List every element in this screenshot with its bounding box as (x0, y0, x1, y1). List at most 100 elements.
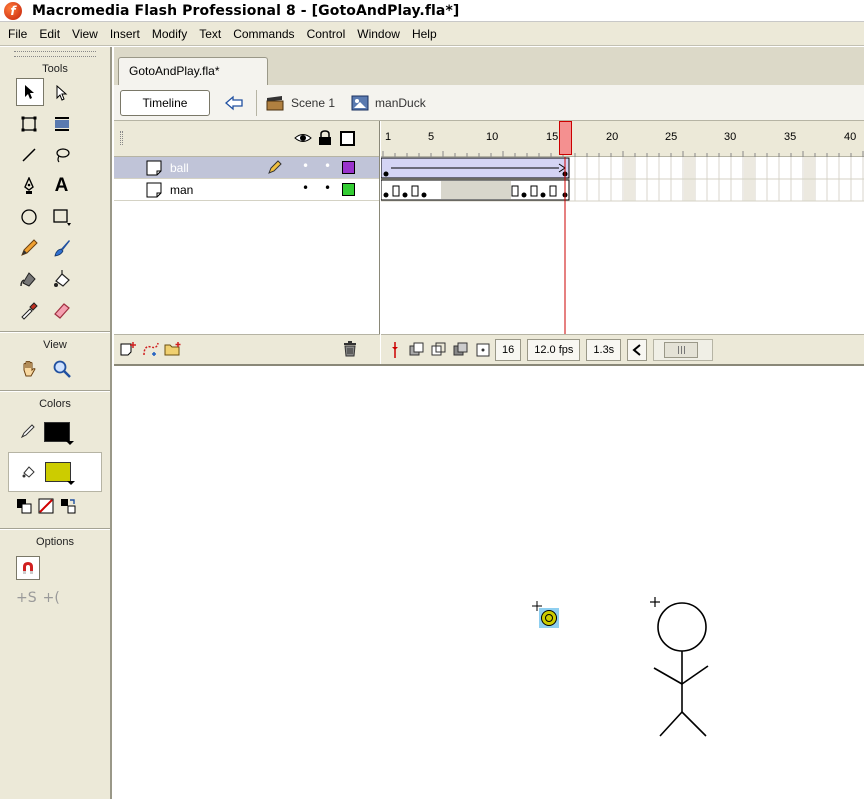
current-frame-field: 16 (495, 338, 522, 361)
menu-control[interactable]: Control (301, 27, 352, 41)
subselection-tool-icon[interactable] (45, 77, 78, 108)
ruler-label: 15 (546, 131, 559, 143)
lock-dot[interactable]: • (324, 181, 331, 195)
paint-bucket-tool-icon[interactable] (45, 263, 78, 294)
visibility-dot[interactable]: • (302, 181, 309, 195)
scrollbar-thumb[interactable] (664, 341, 699, 358)
options-label: Options (36, 536, 74, 548)
stage-canvas[interactable] (114, 366, 864, 799)
timeline-grip[interactable] (120, 131, 123, 145)
menu-insert[interactable]: Insert (104, 27, 146, 41)
visibility-dot[interactable]: • (302, 159, 309, 173)
onion-skin-outlines-icon[interactable] (429, 340, 449, 360)
no-color-icon[interactable] (38, 498, 54, 517)
brush-tool-icon[interactable] (45, 232, 78, 263)
lock-dot[interactable]: • (324, 159, 331, 173)
ruler-label: 25 (665, 131, 678, 143)
edit-multiple-frames-icon[interactable] (451, 340, 471, 360)
insert-layer-icon[interactable] (120, 341, 138, 360)
edit-pencil-icon (268, 160, 282, 177)
ruler-label: 10 (486, 131, 499, 143)
man-stick-figure[interactable] (650, 597, 709, 737)
frame-ruler[interactable]: 1 5 10 15 20 25 30 35 40 (381, 121, 864, 157)
menu-file[interactable]: File (2, 27, 33, 41)
eye-icon[interactable] (294, 131, 312, 148)
menu-view[interactable]: View (66, 27, 104, 41)
layer-name[interactable]: man (170, 183, 193, 197)
eraser-tool-icon[interactable] (45, 294, 78, 325)
ink-bottle-tool-icon[interactable] (12, 263, 45, 294)
line-tool-icon[interactable] (12, 139, 45, 170)
text-tool-icon[interactable]: A (45, 170, 78, 201)
layer-name[interactable]: ball (170, 161, 189, 175)
menu-modify[interactable]: Modify (146, 27, 193, 41)
fill-color-icon (21, 463, 37, 482)
ruler-label: 1 (385, 131, 392, 143)
panel-grip[interactable] (14, 51, 96, 57)
movieclip-symbol-icon (351, 95, 369, 111)
document-tab[interactable]: GotoAndPlay.fla* (118, 57, 268, 85)
ruler-label: 40 (844, 131, 857, 143)
rectangle-tool-icon[interactable] (45, 201, 78, 232)
free-transform-tool-icon[interactable] (12, 108, 45, 139)
onion-skin-icon[interactable] (407, 340, 427, 360)
frame-rate-field[interactable]: 12.0 fps (527, 338, 581, 361)
delete-layer-icon[interactable] (342, 341, 358, 360)
layer-icon (146, 182, 162, 198)
stage[interactable] (114, 364, 864, 799)
layers-column: ball • • man • • (114, 121, 380, 364)
lasso-tool-icon[interactable] (45, 139, 78, 170)
layer-row-man[interactable]: man • • (114, 179, 379, 201)
menu-help[interactable]: Help (406, 27, 443, 41)
back-arrow-icon[interactable] (220, 91, 248, 115)
outline-color-swatch[interactable] (342, 161, 355, 174)
straighten-icon[interactable]: +( (43, 590, 60, 606)
menu-text[interactable]: Text (193, 27, 227, 41)
black-white-icon[interactable] (16, 498, 32, 517)
add-motion-guide-icon[interactable] (142, 341, 160, 360)
timeline-panel: ball • • man • • 1 5 10 15 20 25 30 35 4… (114, 121, 864, 364)
lock-icon[interactable] (318, 130, 332, 149)
smooth-icon[interactable]: +S (16, 590, 37, 606)
ruler-label: 30 (724, 131, 737, 143)
layer-icon (146, 160, 162, 176)
tools-label: Tools (42, 63, 68, 75)
zoom-tool-icon[interactable] (45, 353, 78, 384)
ball-symbol[interactable] (532, 601, 559, 628)
hand-tool-icon[interactable] (12, 353, 45, 384)
frames-column[interactable]: 1 5 10 15 20 25 30 35 40 16 12.0 fps 1.3… (381, 121, 864, 364)
snap-to-objects-icon[interactable] (16, 556, 40, 580)
insert-folder-icon[interactable] (164, 341, 182, 360)
gradient-transform-tool-icon[interactable] (45, 108, 78, 139)
scene-clapper-icon (265, 95, 285, 111)
outline-color-swatch[interactable] (342, 183, 355, 196)
selection-tool-icon[interactable] (16, 78, 44, 106)
layer-row-ball[interactable]: ball • • (114, 157, 379, 179)
horizontal-scrollbar[interactable] (653, 338, 714, 361)
view-label: View (43, 339, 67, 351)
breadcrumb-symbol[interactable]: manDuck (351, 95, 426, 111)
menu-commands[interactable]: Commands (227, 27, 300, 41)
swap-colors-icon[interactable] (60, 498, 76, 517)
title-bar: f Macromedia Flash Professional 8 - [Got… (0, 0, 864, 22)
oval-tool-icon[interactable] (12, 201, 45, 232)
center-frame-icon[interactable] (385, 340, 405, 360)
breadcrumb-scene[interactable]: Scene 1 (265, 95, 335, 111)
pen-tool-icon[interactable] (12, 170, 45, 201)
scroll-left-button[interactable] (627, 338, 648, 361)
edit-bar: Timeline Scene 1 manDuck (114, 85, 864, 121)
fill-color-swatch[interactable] (45, 462, 75, 485)
playhead-marker[interactable] (559, 121, 572, 155)
menu-bar: File Edit View Insert Modify Text Comman… (0, 22, 864, 46)
pencil-tool-icon[interactable] (12, 232, 45, 263)
outline-icon[interactable] (340, 131, 355, 149)
stroke-color-swatch[interactable] (44, 422, 74, 445)
eyedropper-tool-icon[interactable] (12, 294, 45, 325)
stroke-color-icon (20, 423, 36, 442)
ruler-label: 35 (784, 131, 797, 143)
menu-edit[interactable]: Edit (33, 27, 66, 41)
frames-grid[interactable] (381, 157, 864, 334)
modify-onion-markers-icon[interactable] (473, 340, 493, 360)
timeline-button[interactable]: Timeline (120, 89, 210, 116)
menu-window[interactable]: Window (351, 27, 406, 41)
